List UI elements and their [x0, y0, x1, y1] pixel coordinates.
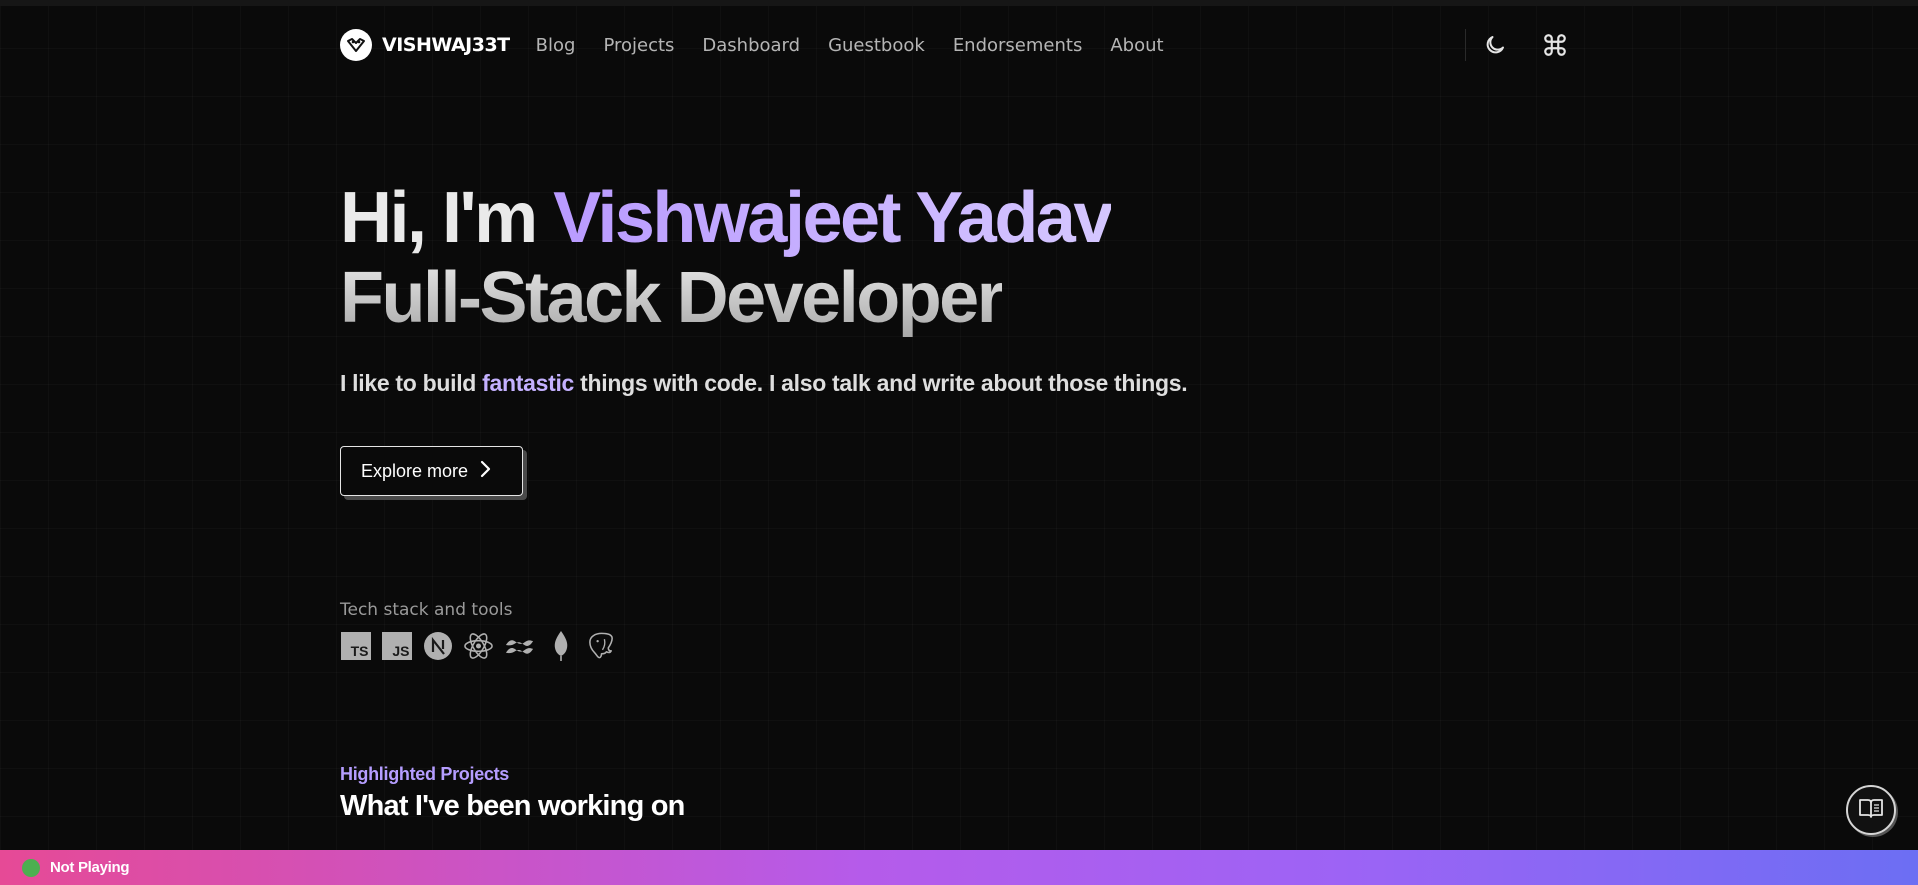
brand-link[interactable]: VISHWAJ33T: [340, 29, 510, 61]
spotify-icon: [22, 858, 40, 877]
mongodb-icon: [545, 630, 576, 661]
javascript-icon: JS: [381, 630, 412, 661]
hero-heading: Hi, I'm Vishwajeet Yadav Full-Stack Deve…: [340, 178, 1540, 338]
command-icon[interactable]: [1540, 30, 1570, 60]
postgresql-icon: [586, 630, 617, 661]
tagline-end: things with code. I also talk and write …: [574, 370, 1188, 396]
nav-about[interactable]: About: [1110, 35, 1163, 56]
highlighted-projects-label: Highlighted Projects: [340, 764, 510, 784]
tech-stack-list: TS JS: [340, 630, 617, 661]
tech-stack-label: Tech stack and tools: [340, 600, 513, 620]
header-actions: [1465, 29, 1570, 61]
sitelogo-icon: [340, 29, 372, 61]
main-nav: Blog Projects Dashboard Guestbook Endors…: [536, 35, 1164, 56]
typescript-text: TS: [340, 631, 371, 660]
nav-endorsements[interactable]: Endorsements: [953, 35, 1083, 56]
explore-more-label: Explore more: [361, 460, 469, 481]
highlighted-projects-title: What I've been working on: [340, 790, 685, 822]
site-header: VISHWAJ33T Blog Projects Dashboard Guest…: [340, 24, 1570, 66]
nav-blog[interactable]: Blog: [536, 35, 576, 56]
nav-projects[interactable]: Projects: [603, 35, 674, 56]
moon-icon[interactable]: [1480, 30, 1510, 60]
hero-name: Vishwajeet Yadav: [553, 178, 1113, 258]
explore-more-button[interactable]: Explore more: [340, 446, 523, 496]
hero-greeting: Hi, I'm: [340, 178, 554, 258]
tagline-accent: fantastic: [482, 370, 575, 396]
hero-tagline: I like to build fantastic things with co…: [340, 370, 1188, 397]
brand-name: VISHWAJ33T: [382, 34, 510, 56]
now-playing-status: Not Playing: [50, 859, 130, 876]
nextjs-icon: [422, 630, 453, 661]
javascript-text: JS: [381, 631, 412, 660]
now-playing-bar: Not Playing: [0, 850, 1918, 885]
tagline-start: I like to build: [340, 370, 483, 396]
typescript-icon: TS: [340, 630, 371, 661]
nav-dashboard[interactable]: Dashboard: [702, 35, 800, 56]
reading-guide-button[interactable]: [1846, 785, 1896, 835]
chevron-right-icon: [478, 459, 492, 483]
hero-role: Full-Stack Developer: [340, 258, 1005, 338]
book-open-icon: [1858, 797, 1884, 823]
react-icon: [463, 630, 494, 661]
nav-guestbook[interactable]: Guestbook: [828, 35, 925, 56]
top-edge: [0, 0, 1918, 6]
tailwind-icon: [504, 630, 535, 661]
